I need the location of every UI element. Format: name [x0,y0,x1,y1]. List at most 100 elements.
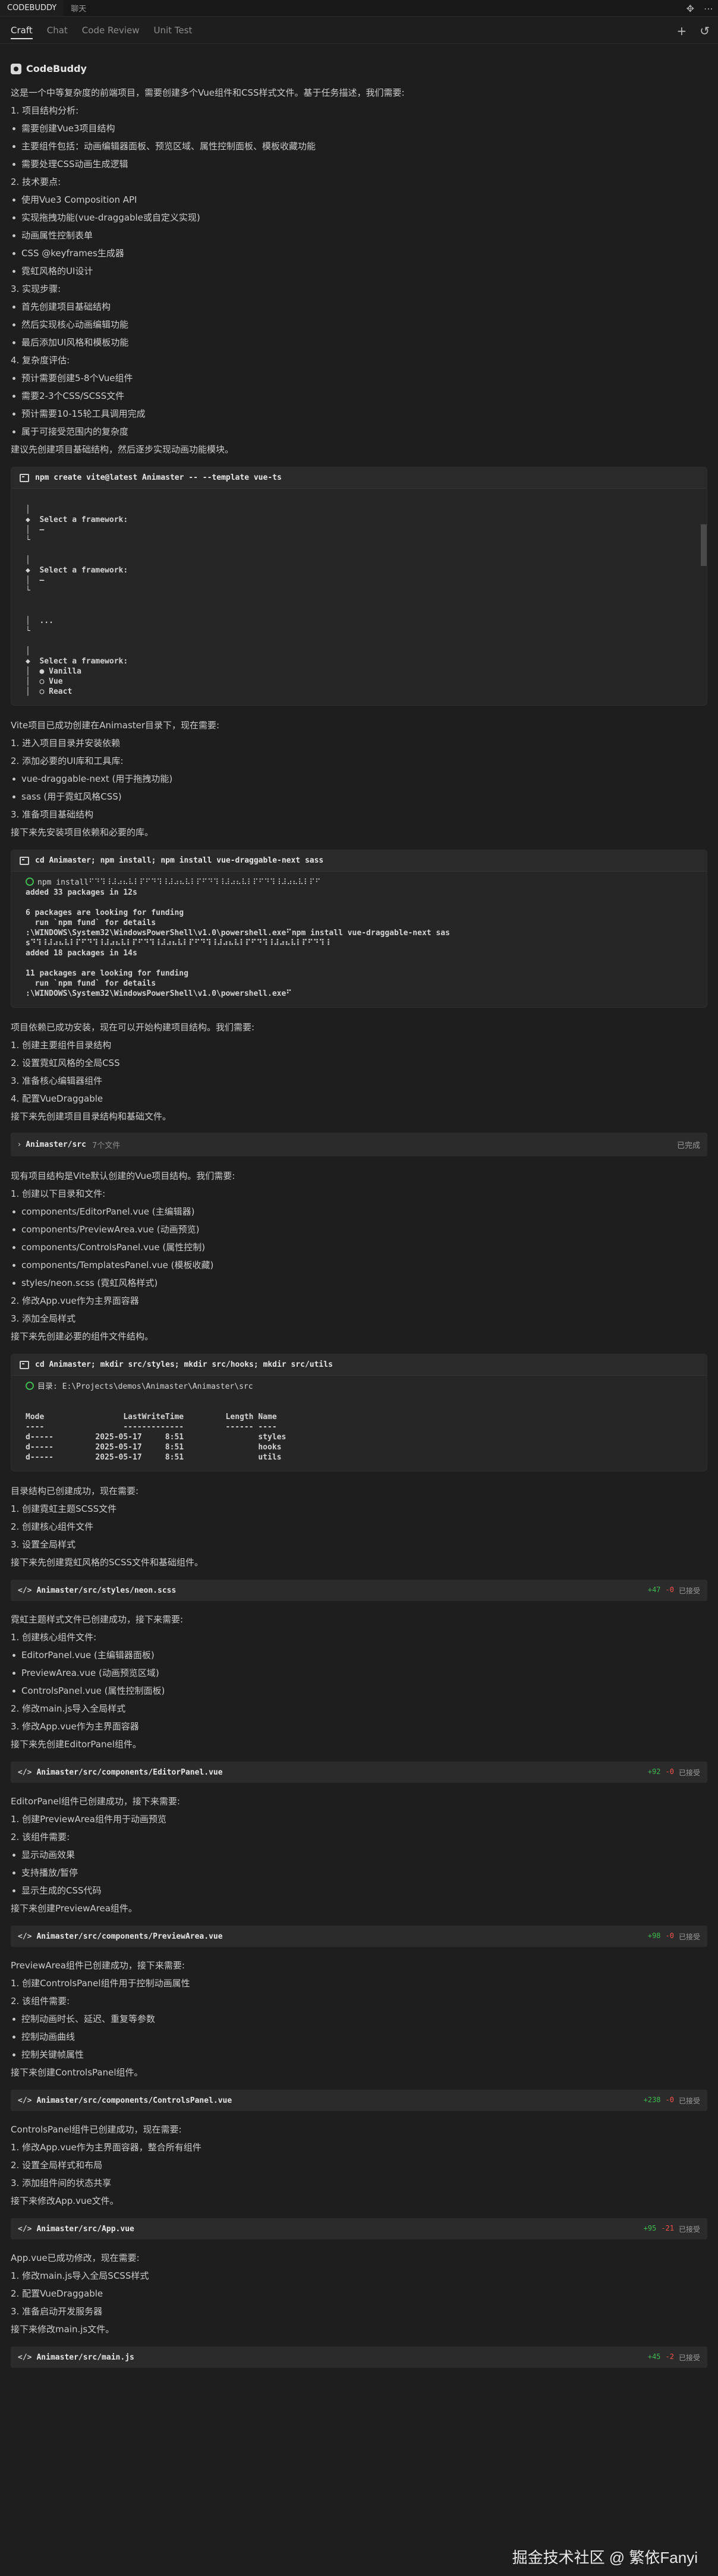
terminal-line: npm install⠋⠙⠹⠸⠼⠴⠦⠧⠇⠏⠋⠙⠹⠸⠼⠴⠦⠧⠇⠏⠋⠙⠹⠸⠼⠴⠦⠧⠇… [26,877,692,888]
file-change-block[interactable]: </> Animaster/src/components/PreviewArea.… [11,1926,707,1947]
section7-intro: EditorPanel组件已创建成功，接下来需要: [11,1796,180,1807]
terminal-line-text: npm install⠋⠙⠹⠸⠼⠴⠦⠧⠇⠏⠋⠙⠹⠸⠼⠴⠦⠧⠇⠏⠋⠙⠹⠸⠼⠴⠦⠧⠇… [37,878,321,887]
terminal-line-text: s⠙⠹⠸⠼⠴⠦⠧⠇⠏⠋⠙⠹⠸⠼⠴⠦⠧⠇⠏⠋⠙⠹⠸⠼⠴⠦⠧⠇⠏⠋⠙⠹⠸⠼⠴⠦⠧⠇⠏… [26,939,330,948]
list-item: 2. 设置霓虹风格的全局CSS [11,1058,120,1068]
plus-icon[interactable]: + [676,24,686,38]
terminal-line: │ — [26,525,692,535]
section8-outro: 接下来创建ControlsPanel组件。 [11,2067,143,2078]
title-tab-chat[interactable]: 聊天 [64,0,93,16]
title-bar: CODEBUDDY 聊天 ✥ ⋯ [0,0,718,17]
file-path[interactable]: Animaster/src/App.vue [36,2225,134,2234]
terminal-line: Mode LastWriteTime Length Name [26,1412,692,1422]
file-change-block[interactable]: </> Animaster/src/components/EditorPanel.… [11,1762,707,1783]
section1-intro: 这是一个中等复杂度的前端项目，需要创建多个Vue组件和CSS样式文件。基于任务描… [11,87,405,98]
terminal-line: │ ● Vanilla [26,666,692,677]
terminal-line: run `npm fund` for details [26,918,692,928]
file-stats: +47 -0 已接受 [648,1586,700,1596]
terminal-line-text: run `npm fund` for details [26,979,156,988]
file-change-block[interactable]: </> Animaster/src/components/ControlsPane… [11,2090,707,2111]
terminal-icon [20,1360,29,1369]
lines-removed: -0 [665,1585,674,1594]
terminal-line: ◆ Select a framework: [26,515,692,525]
list-item: 3. 修改App.vue作为主界面容器 [11,1721,139,1732]
terminal-line-text: added 33 packages in 12s [26,888,137,897]
section3-intro: 项目依赖已成功安装，现在可以开始构建项目结构。我们需要: [11,1022,255,1033]
file-path[interactable]: Animaster/src/styles/neon.scss [36,1586,176,1595]
tab-code-review[interactable]: Code Review [82,18,140,43]
chevron-right-icon[interactable]: › [18,1140,21,1149]
terminal-icon [20,473,29,482]
list-item: 预计需要10-15轮工具调用完成 [11,405,707,423]
file-stats: +45 -2 已接受 [648,2352,700,2363]
move-icon[interactable]: ✥ [686,3,694,14]
terminal-line-text: │ ○ React [26,687,73,696]
lines-removed: -2 [665,2352,674,2361]
list-item: 2. 该组件需要: [11,1996,70,2006]
list-item: 3. 设置全局样式 [11,1539,76,1550]
tab-chat[interactable]: Chat [47,18,68,43]
file-change-block[interactable]: </> Animaster/src/styles/neon.scss +47 -0 已接… [11,1580,707,1601]
more-icon[interactable]: ⋯ [704,3,713,14]
title-bar-icons: ✥ ⋯ [686,0,713,17]
list-item: EditorPanel.vue (主编辑器面板) [11,1646,707,1664]
terminal-command: cd Animaster; mkdir src/styles; mkdir sr… [35,1360,333,1369]
title-tab-codebuddy[interactable]: CODEBUDDY [0,0,64,16]
list-item: 4. 配置VueDraggable [11,1093,103,1104]
file-change-block[interactable]: </> Animaster/src/main.js +45 -2 已接受 [11,2347,707,2368]
list-item: 2. 技术要点: [11,177,61,187]
file-path[interactable]: Animaster/src/components/ControlsPanel.v… [36,2096,232,2105]
list-item: components/ControlsPanel.vue (属性控制) [11,1238,707,1256]
list-item: 1. 修改App.vue作为主界面容器，整合所有组件 [11,2142,201,2153]
file-change-block[interactable]: </> Animaster/src/App.vue +95 -21 已接受 [11,2218,707,2240]
terminal-line: │ [26,555,692,565]
code-file-icon: </> [18,2224,32,2234]
lines-added: +45 [647,2352,661,2361]
list-item: 1. 创建核心组件文件: [11,1632,97,1643]
list-item: 4. 复杂度评估: [11,355,70,366]
list-item: 然后实现核心动画编辑功能 [11,316,707,334]
file-count: 7个文件 [92,1141,121,1150]
list-item: 预计需要创建5-8个Vue组件 [11,369,707,387]
terminal-line: d----- 2025-05-17 8:51 utils [26,1452,692,1462]
terminal-line-text: d----- 2025-05-17 8:51 hooks [26,1443,282,1452]
message-flow: 这是一个中等复杂度的前端项目，需要创建多个Vue组件和CSS样式文件。基于任务描… [11,84,707,2368]
tab-unit-test[interactable]: Unit Test [153,18,192,43]
tab-craft[interactable]: Craft [11,18,33,43]
accepted-status: 已接受 [678,1586,700,1595]
folder-block[interactable]: › Animaster/src 7个文件 已完成 [11,1133,707,1156]
file-stats: +238 -0 已接受 [644,2096,700,2106]
list-item: 支持播放/暂停 [11,1864,707,1882]
list-item: 使用Vue3 Composition API [11,191,707,209]
file-path[interactable]: Animaster/src/main.js [36,2353,134,2362]
list-item: 3. 准备启动开发服务器 [11,2306,103,2317]
lines-added: +98 [647,1931,661,1940]
terminal-line-text: │ ... [26,617,53,625]
section10-intro: App.vue已成功修改，现在需要: [11,2253,140,2263]
section4-outro: 接下来先创建必要的组件文件结构。 [11,1331,154,1342]
section10-outro: 接下来修改main.js文件。 [11,2324,115,2335]
file-path[interactable]: Animaster/src/components/EditorPanel.vue [36,1768,222,1777]
terminal-line-text: │ [26,647,30,656]
terminal-line: d----- 2025-05-17 8:51 styles [26,1432,692,1442]
list-item: 需要2-3个CSS/SCSS文件 [11,387,707,405]
terminal-line-text: ◆ Select a framework: [26,566,128,575]
terminal-line-text: added 18 packages in 14s [26,949,137,958]
terminal-block: npm create vite@latest Animaster -- --te… [11,467,707,706]
terminal-line-text: │ — [26,576,45,585]
terminal-line-text: └ [26,627,30,636]
section9-intro: ControlsPanel组件已创建成功，现在需要: [11,2124,182,2135]
terminal-line-text: │ ○ Vue [26,677,63,686]
file-path[interactable]: Animaster/src/components/PreviewArea.vue [36,1932,222,1941]
terminal-line: 6 packages are looking for funding [26,908,692,918]
accepted-status: 已接受 [678,1932,700,1941]
folder-name[interactable]: Animaster/src [26,1140,86,1149]
list-item: 动画属性控制表单 [11,227,707,244]
history-icon[interactable]: ↺ [700,24,710,38]
scrollbar-thumb[interactable] [701,524,707,566]
folder-status: 已完成 [676,1141,700,1150]
section5-intro: 目录结构已创建成功，现在需要: [11,1486,139,1496]
